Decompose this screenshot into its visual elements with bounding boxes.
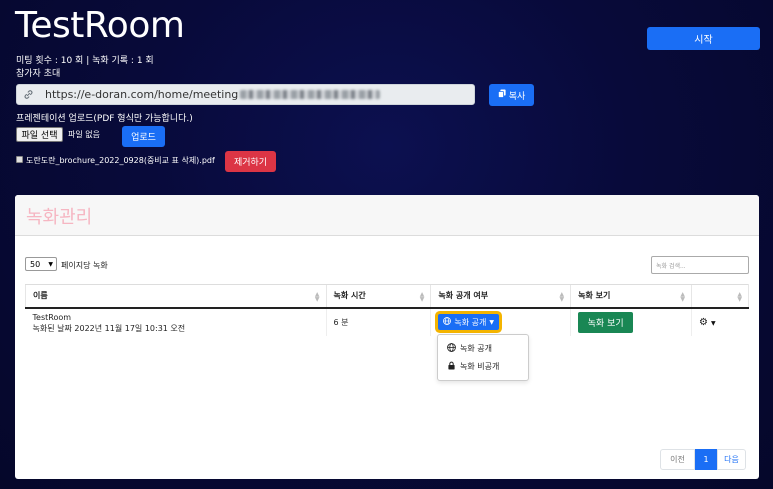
sort-icon: ▲ ▼ [737, 291, 742, 303]
visibility-menu: 녹화 공개 녹화 비공개 [437, 334, 529, 381]
chevron-down-icon: ▼ [711, 319, 716, 327]
pagination-next[interactable]: 다음 [717, 449, 746, 470]
sort-icon: ▲ ▼ [680, 291, 686, 303]
meeting-stats: 미팅 횟수 : 10 회 | 녹화 기록 : 1 회 [16, 56, 154, 66]
file-checkbox[interactable] [16, 156, 23, 163]
copy-label: 복사 [508, 91, 526, 102]
copy-button[interactable]: 복사 [489, 84, 534, 106]
upload-button[interactable]: 업로드 [122, 126, 165, 147]
recording-name: TestRoom [32, 313, 72, 322]
globe-icon [447, 343, 456, 354]
menu-item-public[interactable]: 녹화 공개 [447, 343, 492, 354]
chevron-down-icon: ▼ [48, 261, 53, 268]
recording-search-input[interactable]: 녹화 검색... [651, 256, 749, 274]
copy-icon [497, 89, 506, 101]
column-view[interactable]: 녹화 보기 ▲ ▼ [570, 284, 692, 309]
pagination-prev[interactable]: 이전 [660, 449, 695, 470]
recording-date: 녹화된 날짜 2022년 11월 17일 10:31 오전 [32, 324, 186, 333]
recordings-card: 녹화관리 50 ▼ 페이지당 녹화 녹화 검색... 이름 ▲ ▼ 녹화 시간 ▲ ▼ … [15, 195, 759, 479]
chevron-down-icon: ▼ [489, 318, 494, 326]
room-title: TestRoom [15, 5, 185, 46]
choose-file-button[interactable]: 파일 선택 [16, 127, 63, 142]
pagination-page-1[interactable]: 1 [695, 449, 717, 470]
uploaded-file-name: 도란도란_brochure_2022_0928(중비교 표 삭제).pdf [26, 156, 215, 165]
link-icon [23, 89, 35, 101]
visibility-label: 녹화 공개 [454, 317, 487, 327]
invite-label: 참가자 초대 [16, 69, 61, 79]
gear-icon[interactable]: ⚙ ▼ [699, 317, 716, 328]
menu-item-private[interactable]: 녹화 비공개 [447, 361, 499, 372]
card-header: 녹화관리 [15, 195, 759, 236]
column-visibility[interactable]: 녹화 공개 여부 ▲ ▼ [430, 284, 571, 309]
column-name[interactable]: 이름 ▲ ▼ [25, 284, 327, 309]
page-size-value: 50 [30, 259, 41, 269]
pagination: 이전 1 다음 [660, 449, 746, 470]
globe-icon [443, 317, 452, 327]
remove-button[interactable]: 제거하기 [225, 151, 276, 172]
lock-icon [447, 361, 456, 372]
no-file-text: 파일 없음 [68, 130, 100, 139]
invite-url-text: https://e-doran.com/home/meeting [45, 88, 239, 101]
recording-duration: 6 분 [325, 307, 431, 336]
recordings-title: 녹화관리 [26, 207, 93, 228]
column-duration[interactable]: 녹화 시간 ▲ ▼ [325, 284, 431, 309]
view-recording-button[interactable]: 녹화 보기 [578, 311, 634, 333]
redacted-url-part [240, 90, 381, 99]
invite-url-field[interactable]: https://e-doran.com/home/meeting [16, 84, 475, 105]
presentation-label: 프레젠테이션 업로드(PDF 형식만 가능합니다.) [16, 114, 193, 124]
column-actions[interactable]: ▲ ▼ [691, 284, 749, 309]
per-page-label: 페이지당 녹화 [61, 261, 108, 270]
page-size-select[interactable]: 50 ▼ [25, 257, 57, 271]
sort-icon: ▲ ▼ [314, 291, 320, 303]
table-row: TestRoom 녹화된 날짜 2022년 11월 17일 10:31 오전 6… [26, 307, 749, 336]
start-button[interactable]: 시작 [647, 27, 760, 50]
recordings-table: 이름 ▲ ▼ 녹화 시간 ▲ ▼ 녹화 공개 여부 ▲ ▼ 녹화 보기 ▲ ▼ ▲ ▼ TestR… [25, 284, 749, 336]
visibility-dropdown-button[interactable]: 녹화 공개 ▼ [438, 314, 499, 330]
sort-icon: ▲ ▼ [559, 291, 565, 303]
sort-icon: ▲ ▼ [419, 291, 425, 303]
